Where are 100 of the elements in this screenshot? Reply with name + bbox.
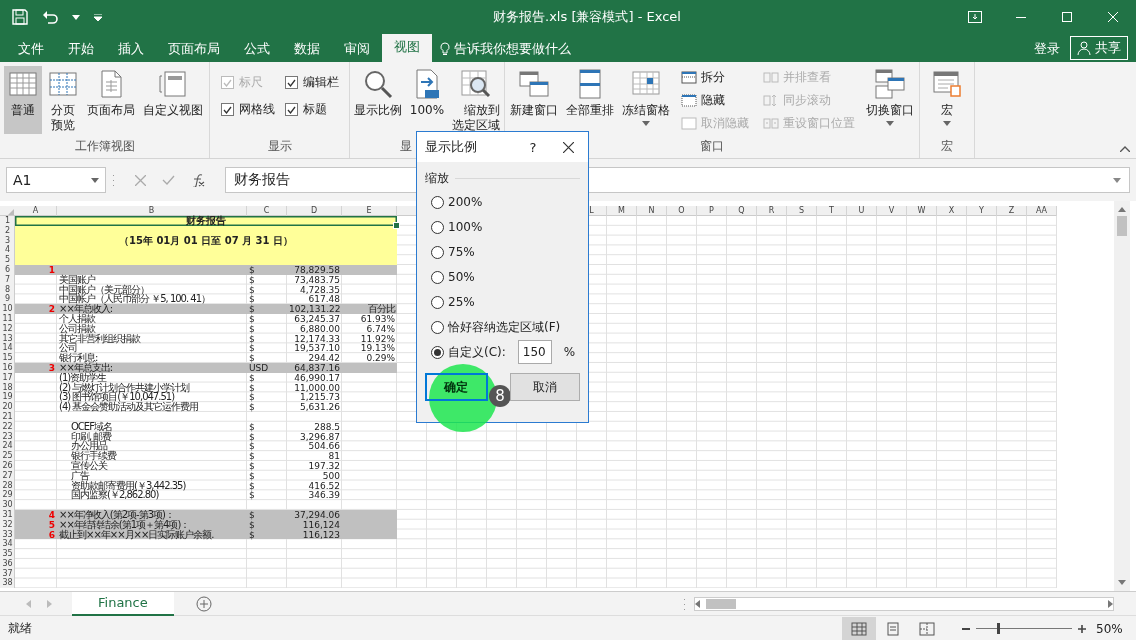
sheet-cell[interactable]: (1)资助学生 [57, 372, 247, 383]
ribbon-button[interactable]: 切换窗口 [863, 66, 917, 134]
ribbon-button[interactable]: 新建窗口 [507, 66, 561, 134]
ribbon-button[interactable]: 页面布局 [83, 66, 138, 134]
radio-button[interactable] [431, 220, 444, 234]
sheet-cell[interactable]: $ [247, 451, 287, 461]
row-header[interactable]: 31 [0, 509, 15, 520]
row-header[interactable]: 28 [0, 480, 15, 491]
sheet-cell[interactable]: $ [247, 490, 287, 501]
sheet-cell[interactable]: 截止到××年××月××日实际账户余额. [57, 529, 247, 540]
sheet-cell[interactable]: 宣传公关 [57, 460, 247, 471]
row-header[interactable]: 21 [0, 411, 15, 422]
sheet-tab[interactable]: Finance [72, 591, 174, 616]
sheet-cell[interactable]: USD [247, 362, 287, 373]
column-header[interactable]: U [847, 206, 877, 216]
name-box[interactable]: A1 [6, 167, 106, 193]
sheet-cell[interactable]: 197.32 [287, 460, 342, 471]
sheet-cell[interactable]: 500 [287, 470, 342, 481]
sheet-cell[interactable]: 办公用品 [57, 441, 247, 452]
row-header[interactable]: 4 [0, 245, 15, 256]
ribbon-tab[interactable]: 审阅 [332, 36, 382, 62]
share-button[interactable]: 共享 [1070, 36, 1128, 60]
row-header[interactable]: 27 [0, 470, 15, 481]
sheet-cell[interactable]: 银行手续费 [57, 451, 247, 461]
column-header[interactable]: Q [727, 206, 757, 216]
sheet-cell[interactable]: $ [247, 372, 287, 383]
horizontal-scrollbar[interactable] [694, 596, 1114, 611]
sheet-cell[interactable]: $ [247, 519, 287, 530]
sheet-cell[interactable]: $ [247, 343, 287, 354]
row-header[interactable]: 23 [0, 431, 15, 442]
scrollbar-thumb[interactable] [1117, 216, 1127, 236]
ribbon-button[interactable]: 全部重排 [563, 66, 617, 134]
ok-button[interactable]: 确定 [425, 373, 488, 401]
checkbox[interactable]: 网格线 [220, 101, 275, 118]
ribbon-button[interactable]: 隐藏 [681, 91, 749, 110]
sheet-cell[interactable]: 617.48 [287, 294, 342, 305]
sheet-cell[interactable]: 国内监察(￥2,862.80) [57, 490, 247, 501]
checkbox[interactable]: 标题 [284, 101, 339, 118]
sheet-cell[interactable]: 百分比 [342, 304, 397, 314]
radio-label[interactable]: 50% [448, 270, 475, 284]
row-header[interactable]: 29 [0, 490, 15, 501]
radio-label[interactable]: 75% [448, 245, 475, 259]
add-sheet-button[interactable] [195, 595, 212, 612]
radio-label[interactable]: 自定义(C): [448, 343, 506, 361]
sheet-cell[interactable]: $ [247, 265, 287, 275]
ribbon-button[interactable]: 分页预览 [43, 66, 82, 134]
sheet-cell[interactable]: （15年 01月 01 日至 07 月 31 日） [15, 225, 397, 265]
sheet-cell[interactable]: 63,245.37 [287, 313, 342, 324]
ribbon-tab[interactable]: 公式 [232, 36, 282, 62]
column-header[interactable]: O [667, 206, 697, 216]
sheet-cell[interactable]: 73,483.75 [287, 274, 342, 285]
row-header[interactable]: 38 [0, 578, 15, 589]
ribbon-tab[interactable]: 页面布局 [156, 36, 232, 62]
sheet-cell[interactable]: 资助款邮寄费用(￥3,442.35) [57, 480, 247, 491]
zoom-input-field[interactable]: 150 [517, 340, 552, 364]
sheet-cell[interactable]: 其它非营利组织捐款 [57, 333, 247, 344]
radio-button[interactable] [431, 270, 444, 284]
sheet-cell[interactable]: 64,837.16 [287, 362, 342, 373]
ribbon-tab[interactable]: 插入 [106, 36, 156, 62]
sheet-cell[interactable]: $ [247, 353, 287, 363]
sheet-cell[interactable]: 广告 [57, 470, 247, 481]
sheet-cell[interactable]: 0.29% [342, 353, 397, 363]
sheet-cell[interactable]: (2) 与燃灯计划合作共建小学计划 [57, 382, 247, 393]
column-header[interactable]: T [817, 206, 847, 216]
sheet-cell[interactable]: $ [247, 333, 287, 344]
sheet-cell[interactable]: 37,294.06 [287, 509, 342, 520]
slider-thumb[interactable] [997, 623, 1001, 634]
row-header[interactable]: 7 [0, 274, 15, 285]
row-header[interactable]: 20 [0, 402, 15, 412]
zoom-level[interactable]: 50% [1096, 621, 1130, 636]
sheet-cell[interactable]: 102,131.22 [287, 304, 342, 314]
ribbon-button[interactable]: 普通 [3, 66, 42, 134]
help-button[interactable]: ? [518, 139, 548, 155]
ribbon-tab[interactable]: 开始 [56, 36, 106, 62]
sheet-cell[interactable]: 19,537.10 [287, 343, 342, 354]
row-header[interactable]: 5 [0, 255, 15, 265]
row-header[interactable]: 32 [0, 519, 15, 530]
row-header[interactable]: 35 [0, 549, 15, 559]
column-header[interactable]: W [907, 206, 937, 216]
ribbon-button[interactable]: 显示比例 [350, 66, 405, 134]
row-header[interactable]: 8 [0, 284, 15, 295]
column-header[interactable]: Y [967, 206, 997, 216]
sheet-cell[interactable]: $ [247, 470, 287, 481]
row-header[interactable]: 14 [0, 343, 15, 354]
sheet-cell[interactable]: 346.39 [287, 490, 342, 501]
row-header[interactable]: 22 [0, 421, 15, 432]
sheet-cell[interactable]: 6,880.00 [287, 323, 342, 334]
column-header[interactable]: M [607, 206, 637, 216]
row-header[interactable]: 24 [0, 441, 15, 452]
ribbon-button[interactable]: 冻结窗格 [619, 66, 673, 134]
sheet-cell[interactable]: $ [247, 313, 287, 324]
sheet-cell[interactable]: 5,631.26 [287, 402, 342, 412]
sheet-cell[interactable]: $ [247, 323, 287, 334]
sheet-cell[interactable]: ××年总收入: [57, 304, 247, 314]
row-header[interactable]: 12 [0, 323, 15, 334]
sheet-cell[interactable]: 公司 [57, 343, 247, 354]
sheet-cell[interactable]: 个人捐款 [57, 313, 247, 324]
row-header[interactable]: 2 [0, 225, 15, 236]
row-header[interactable]: 25 [0, 451, 15, 461]
row-header[interactable]: 16 [0, 362, 15, 373]
